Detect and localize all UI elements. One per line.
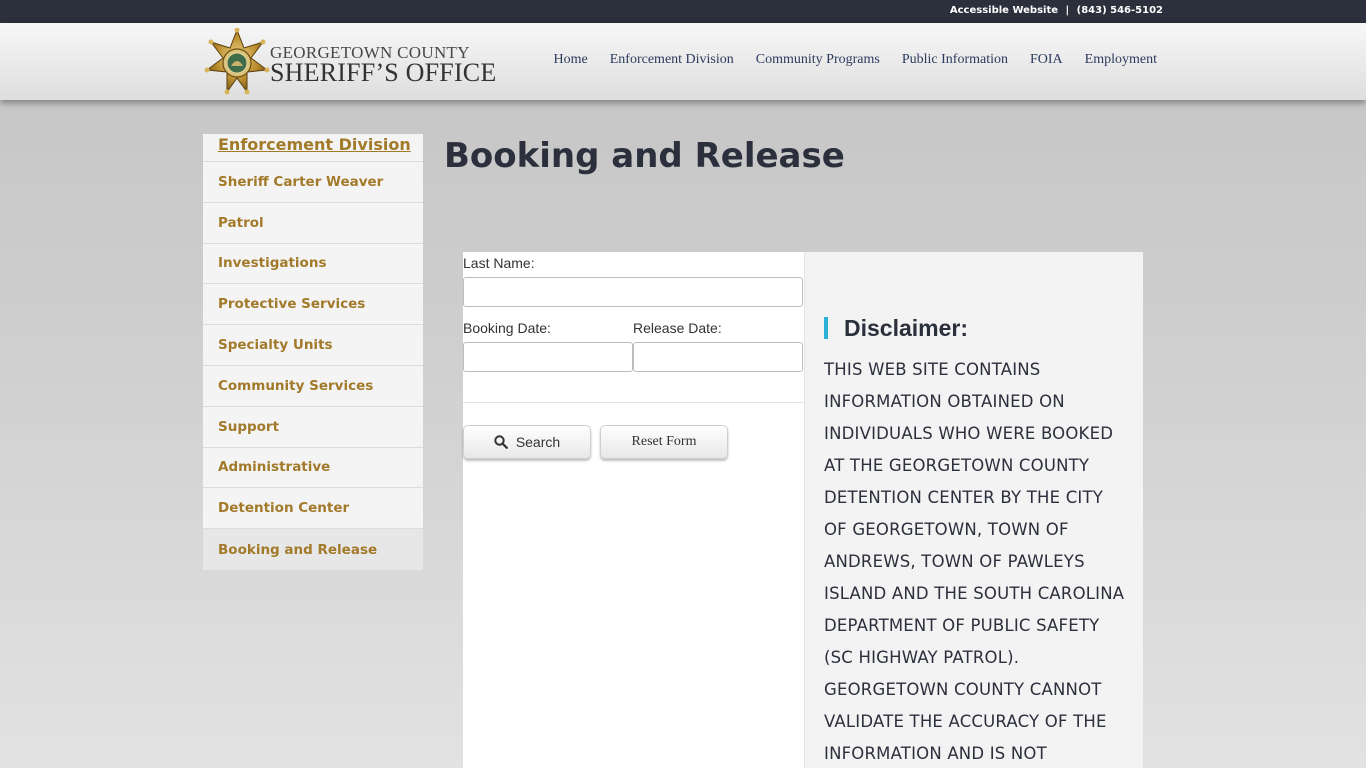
sidebar-heading-link[interactable]: Enforcement Division — [218, 135, 411, 154]
sidebar-item-support[interactable]: Support — [203, 407, 423, 448]
release-date-input[interactable] — [633, 342, 803, 372]
disclaimer-panel: Disclaimer: This web site contains infor… — [804, 252, 1143, 768]
sidebar-item-sheriff-carter-weaver[interactable]: Sheriff Carter Weaver — [203, 162, 423, 203]
sidebar-item-booking-and-release[interactable]: Booking and Release — [203, 529, 423, 570]
accessible-website-link[interactable]: Accessible Website — [950, 5, 1058, 16]
sidebar: Enforcement Division Sheriff Carter Weav… — [203, 134, 423, 570]
reset-form-button[interactable]: Reset Form — [600, 425, 728, 459]
last-name-label: Last Name: — [463, 255, 535, 271]
booking-date-label: Booking Date: — [463, 320, 551, 336]
phone-number-link[interactable]: (843) 546-5102 — [1077, 5, 1163, 16]
site-logo[interactable]: GEORGETOWN COUNTY SHERIFF’S OFFICE — [203, 28, 508, 96]
logo-office-text: SHERIFF’S OFFICE — [270, 58, 497, 87]
disclaimer-text: This web site contains information obtai… — [824, 360, 1125, 763]
top-bar: Accessible Website | (843) 546-5102 — [0, 0, 1366, 23]
release-date-label: Release Date: — [633, 320, 722, 336]
search-button-label: Search — [515, 434, 561, 450]
sidebar-item-administrative[interactable]: Administrative — [203, 448, 423, 489]
disclaimer-title: Disclaimer: — [824, 317, 968, 340]
sidebar-item-protective-services[interactable]: Protective Services — [203, 284, 423, 326]
sidebar-item-specialty-units[interactable]: Specialty Units — [203, 325, 423, 366]
form-divider — [463, 402, 804, 403]
search-button[interactable]: Search — [463, 425, 591, 459]
search-icon — [494, 435, 508, 449]
nav-public-information[interactable]: Public Information — [902, 52, 1008, 68]
booking-date-input[interactable] — [463, 342, 633, 372]
last-name-input[interactable] — [463, 277, 803, 307]
main-nav: Home Enforcement Division Community Prog… — [554, 52, 1157, 68]
sidebar-heading: Enforcement Division — [203, 134, 423, 162]
page-title: Booking and Release — [444, 136, 845, 176]
sidebar-item-detention-center[interactable]: Detention Center — [203, 488, 423, 530]
reset-form-button-label: Reset Form — [631, 434, 697, 449]
nav-employment[interactable]: Employment — [1085, 52, 1157, 68]
nav-foia[interactable]: FOIA — [1030, 52, 1063, 68]
nav-enforcement-division[interactable]: Enforcement Division — [610, 52, 734, 68]
nav-community-programs[interactable]: Community Programs — [756, 52, 880, 68]
sheriff-star-icon — [204, 28, 270, 95]
top-bar-links: Accessible Website | (843) 546-5102 — [950, 5, 1163, 16]
site-header: GEORGETOWN COUNTY SHERIFF’S OFFICE Home … — [0, 23, 1366, 100]
nav-home[interactable]: Home — [554, 52, 588, 68]
search-form: Last Name: Booking Date: Release Date: S… — [463, 252, 804, 768]
top-bar-separator: | — [1065, 5, 1070, 16]
sidebar-item-community-services[interactable]: Community Services — [203, 366, 423, 407]
sidebar-item-investigations[interactable]: Investigations — [203, 244, 423, 285]
sidebar-item-patrol[interactable]: Patrol — [203, 203, 423, 244]
